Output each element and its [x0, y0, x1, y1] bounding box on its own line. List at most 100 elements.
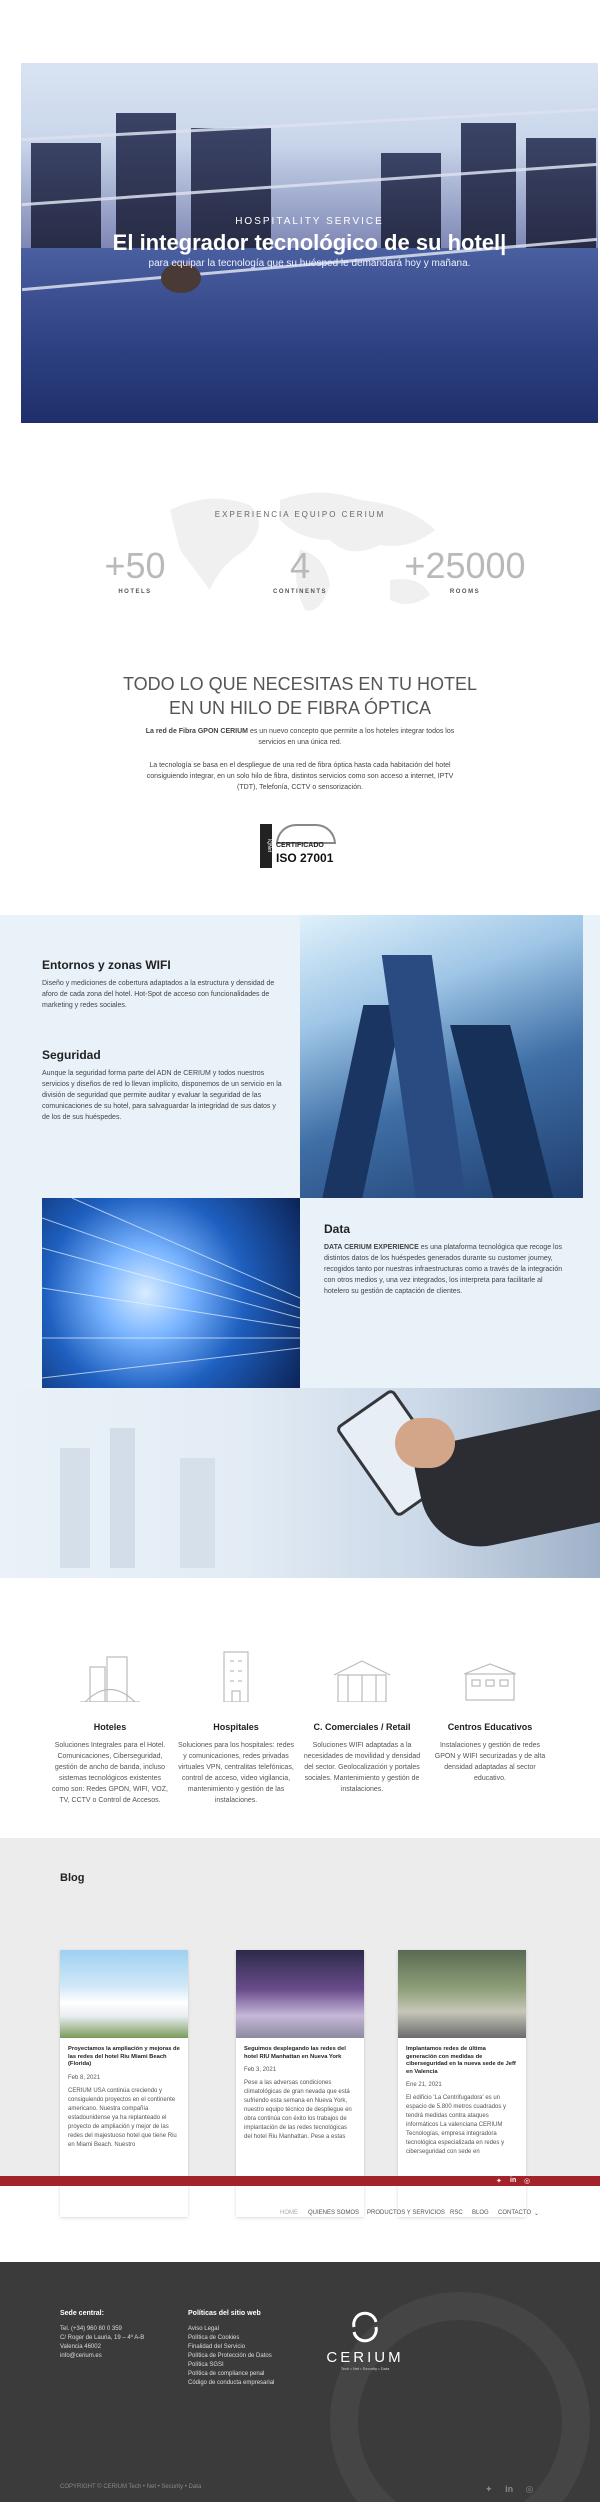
- tower-shape: [450, 1025, 560, 1198]
- cerium-logo-sub: Tech • Net • Security • Data: [340, 2366, 390, 2371]
- experience-section: EXPERIENCIA EQUIPO CERIUM +50 HOTELS 4 C…: [0, 460, 600, 650]
- iqnet-badge: IQNet: [260, 824, 272, 868]
- hand-shape: [395, 1418, 455, 1468]
- blog-post-excerpt: Pese a las adversas condiciones climatol…: [244, 2080, 352, 2140]
- footer-link[interactable]: Finalidad del Servicio: [188, 2343, 288, 2352]
- sector-text: Instalaciones y gestión de redes GPON y …: [434, 1742, 546, 1782]
- footer-sede-item: Valencia 46002: [60, 2344, 101, 2350]
- footer-link[interactable]: Política SGSI: [188, 2361, 288, 2370]
- sector-text: Soluciones WIFI adaptadas a la necesidad…: [303, 1742, 421, 1793]
- sector-title: C. Comerciales / Retail: [313, 1722, 411, 1732]
- footer: Sede central: Tel. (+34) 960 80 0 359 C/…: [0, 2262, 600, 2502]
- fibra-paragraph: La red de Fibra GPON CERIUM es un nuevo …: [140, 726, 460, 748]
- footer-politicas: Políticas del sitio web Aviso Legal Polí…: [188, 2310, 288, 2388]
- seguridad-title: Seguridad: [42, 1048, 101, 1062]
- fibra-text: es un nuevo concepto que permite a los h…: [248, 728, 455, 746]
- sector-text: Soluciones para los hospitales: redes y …: [178, 1742, 294, 1804]
- blog-post-date: Feb 8, 2021: [68, 2074, 101, 2081]
- stat-label: HOTELS: [118, 589, 152, 595]
- footer-link[interactable]: Política de compliance penal: [188, 2370, 288, 2379]
- wifi-title: Entornos y zonas WIFI: [42, 958, 171, 972]
- seguridad-block: Seguridad Aunque la seguridad forma part…: [42, 1048, 282, 1123]
- stat-value: +25000: [404, 545, 526, 586]
- fibra-title-line: TODO LO QUE NECESITAS EN TU HOTEL: [122, 674, 478, 694]
- stat-label: CONTINENTS: [273, 589, 327, 595]
- sector-hoteles: Hoteles Soluciones Integrales para el Ho…: [50, 1642, 170, 1806]
- blog-post-title[interactable]: Implantamos redes de última generación c…: [398, 2038, 526, 2076]
- footer-link[interactable]: Código de conducta empresarial: [188, 2379, 288, 2388]
- stat-value: 4: [289, 545, 311, 586]
- nav-item-home[interactable]: HOME: [280, 2210, 298, 2216]
- footer-sede-item[interactable]: info@cerium.es: [60, 2352, 180, 2361]
- blog-image[interactable]: [60, 1950, 188, 2038]
- chevron-down-icon[interactable]: ⌄: [534, 2210, 539, 2217]
- skyline-shape: [110, 1428, 135, 1568]
- nav-item-quienes[interactable]: QUIENES SOMOS: [308, 2210, 359, 2216]
- nav-item-rsc[interactable]: RSC: [450, 2210, 463, 2216]
- blog-image[interactable]: [236, 1950, 364, 2038]
- iso-number: ISO 27001: [276, 851, 334, 865]
- footer-sede-list: Tel. (+34) 960 80 0 359 C/ Roger de Laur…: [60, 2325, 180, 2361]
- footer-link[interactable]: Política de Cookies: [188, 2334, 288, 2343]
- fibra-title-line: EN UN HILO DE FIBRA ÓPTICA: [168, 698, 432, 718]
- footer-social: ✦ in ◎: [485, 2484, 533, 2495]
- nav-item-productos[interactable]: PRODUCTOS Y SERVICIOS: [367, 2210, 445, 2216]
- main-nav: HOME QUIENES SOMOS PRODUCTOS Y SERVICIOS…: [0, 2210, 600, 2224]
- iso-top-text: CERTIFICADO: [276, 842, 324, 849]
- sector-title: Hospitales: [213, 1722, 259, 1732]
- skyline-shape: [180, 1458, 215, 1568]
- hero-banner: HOSPITALITY SERVICE El integrador tecnol…: [21, 63, 598, 423]
- footer-link[interactable]: Aviso Legal: [188, 2325, 288, 2334]
- footer-link[interactable]: Política de Protección de Datos: [188, 2352, 288, 2361]
- instagram-icon[interactable]: ◎: [526, 2484, 534, 2494]
- blog-title: Blog: [60, 1872, 85, 1884]
- hero-subtitle: para equipar la tecnología que su huéspe…: [148, 258, 471, 269]
- linkedin-icon[interactable]: in: [505, 2484, 513, 2494]
- tower-shape: [381, 955, 469, 1198]
- fibra-bold: La red de Fibra GPON CERIUM: [145, 728, 249, 735]
- sector-comerciales: C. Comerciales / Retail Soluciones WIFI …: [302, 1642, 422, 1795]
- instagram-icon[interactable]: ◎: [524, 2177, 530, 2185]
- fiber-optic-image: [42, 1198, 300, 1388]
- stat-rooms: +25000 ROOMS: [390, 545, 540, 595]
- skyscraper-image: [300, 915, 583, 1198]
- blog-post-title[interactable]: Seguimos desplegando las redes del hotel…: [236, 2038, 364, 2061]
- footer-sede-item: Tel. (+34) 960 80 0 359: [60, 2326, 122, 2332]
- sector-educativos: Centros Educativos Instalaciones y gesti…: [430, 1642, 550, 1784]
- footer-politicas-list: Aviso Legal Política de Cookies Finalida…: [188, 2325, 288, 2388]
- wifi-text: Diseño y mediciones de cobertura adaptad…: [42, 980, 275, 1009]
- blog-post-excerpt: El edificio 'La Centrifugadora' es un es…: [406, 2095, 507, 2155]
- wifi-block: Entornos y zonas WIFI Diseño y medicione…: [42, 958, 282, 1011]
- iso-certificate-logo: IQNet CERTIFICADO ISO 27001: [260, 824, 340, 868]
- blog-image[interactable]: [398, 1950, 526, 2038]
- blog-post-date: Ene 21, 2021: [406, 2082, 442, 2088]
- data-text: DATA CERIUM EXPERIENCE es una plataforma…: [324, 1242, 564, 1297]
- footer-sede: Sede central: Tel. (+34) 960 80 0 359 C/…: [60, 2310, 180, 2361]
- sector-title: Centros Educativos: [447, 1722, 533, 1732]
- data-bold: DATA CERIUM EXPERIENCE: [324, 1244, 419, 1251]
- blog-post-title[interactable]: Proyectamos la ampliación y mejoras de l…: [60, 2038, 188, 2069]
- stat-hotels: +50 HOTELS: [60, 545, 210, 595]
- fibra-paragraph-2: La tecnología se basa en el despliegue d…: [146, 762, 454, 791]
- sector-text: Soluciones Integrales para el Hotel. Com…: [52, 1742, 168, 1804]
- twitter-icon[interactable]: ✦: [485, 2484, 493, 2494]
- fiber-strands: [42, 1198, 300, 1379]
- twitter-icon[interactable]: ✦: [496, 2177, 502, 2185]
- footer-sede-title: Sede central:: [60, 2310, 104, 2317]
- copyright: COPYRIGHT © CERIUM Tech • Net • Security…: [60, 2484, 202, 2490]
- fibra-title: TODO LO QUE NECESITAS EN TU HOTEL EN UN …: [0, 672, 600, 720]
- sector-hospitales: Hospitales Soluciones para los hospitale…: [176, 1642, 296, 1806]
- blog-post-date: Feb 3, 2021: [244, 2067, 277, 2073]
- cerium-logo[interactable]: CERIUM Tech • Net • Security • Data: [320, 2310, 410, 2371]
- seguridad-text: Aunque la seguridad forma parte del ADN …: [42, 1070, 282, 1121]
- stat-continents: 4 CONTINENTS: [225, 545, 375, 595]
- iso-arc: [276, 824, 336, 844]
- cerium-logo-text: CERIUM: [326, 2349, 404, 2366]
- hospital-icon: [176, 1642, 296, 1702]
- nav-item-blog[interactable]: BLOG: [472, 2210, 489, 2216]
- nav-item-contacto[interactable]: CONTACTO: [498, 2210, 531, 2216]
- stat-label: ROOMS: [449, 589, 481, 595]
- hero-title: El integrador tecnológico de su hotel|: [112, 230, 507, 255]
- data-title: Data: [324, 1222, 351, 1236]
- linkedin-icon[interactable]: in: [510, 2177, 516, 2184]
